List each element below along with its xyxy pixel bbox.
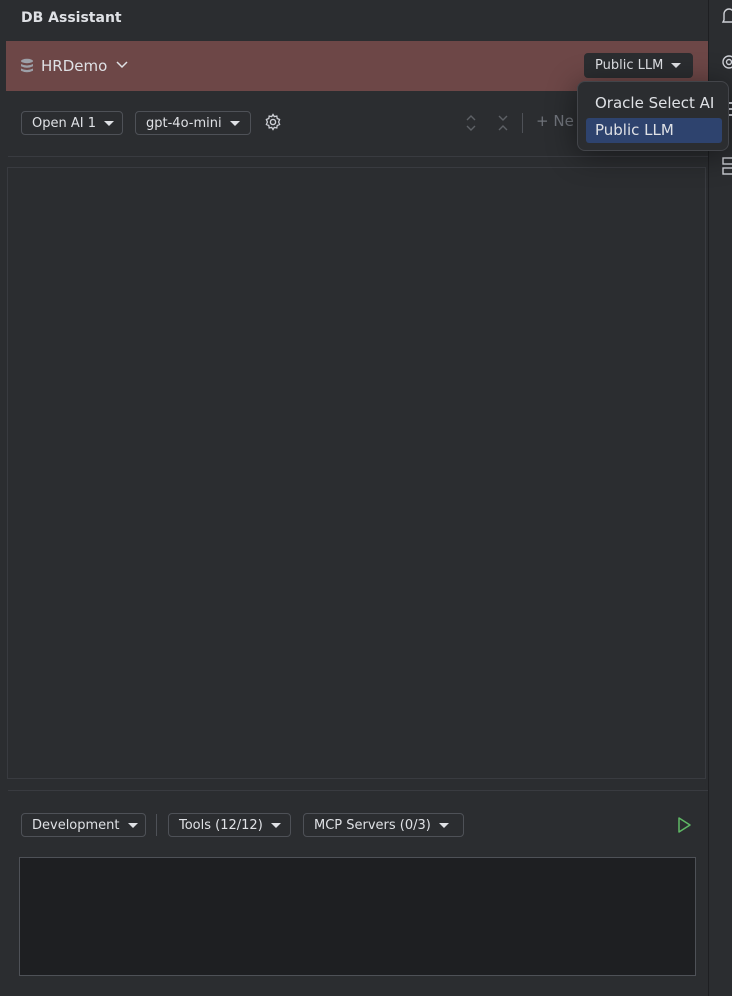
- tools-dropdown[interactable]: Tools (12/12): [168, 813, 291, 837]
- dropdown-arrow-icon: [270, 822, 281, 828]
- ai-assistant-icon[interactable]: [721, 54, 732, 70]
- gear-icon[interactable]: [264, 113, 282, 131]
- toolbar-separator: [522, 113, 523, 133]
- prompt-input[interactable]: [19, 857, 696, 976]
- dropdown-arrow-icon: [671, 63, 682, 68]
- bottom-separator: [156, 814, 157, 836]
- run-icon[interactable]: [676, 816, 692, 834]
- profile-dropdown[interactable]: Development: [21, 813, 146, 837]
- connection-name[interactable]: HRDemo: [41, 57, 107, 75]
- mcp-servers-dropdown[interactable]: MCP Servers (0/3): [303, 813, 464, 837]
- collapse-all-icon[interactable]: [496, 114, 510, 132]
- dropdown-arrow-icon: [103, 120, 114, 126]
- plus-icon: +: [536, 112, 549, 130]
- chat-content-area: [7, 167, 706, 779]
- new-chat-button[interactable]: + Ne: [536, 112, 574, 130]
- provider-dropdown[interactable]: Open AI 1: [21, 111, 123, 135]
- dropdown-arrow-icon: [229, 120, 240, 126]
- bottom-divider: [8, 790, 708, 791]
- dropdown-arrow-icon: [127, 822, 138, 828]
- structure-icon[interactable]: [721, 156, 732, 176]
- new-chat-label: Ne: [553, 112, 574, 130]
- model-value: gpt-4o-mini: [146, 115, 222, 131]
- tools-value: Tools (12/12): [179, 817, 263, 833]
- provider-value: Open AI 1: [32, 115, 96, 131]
- dropdown-arrow-icon: [438, 822, 449, 828]
- expand-all-icon[interactable]: [464, 114, 478, 132]
- llm-mode-dropdown[interactable]: Public LLM: [584, 53, 693, 78]
- model-dropdown[interactable]: gpt-4o-mini: [135, 111, 251, 135]
- llm-mode-menu: Oracle Select AI Public LLM: [577, 81, 729, 151]
- toolbar-divider: [8, 156, 708, 157]
- panel-title: DB Assistant: [21, 10, 122, 26]
- llm-mode-value: Public LLM: [595, 58, 664, 73]
- menu-item-public-llm[interactable]: Public LLM: [586, 118, 722, 143]
- mcp-servers-value: MCP Servers (0/3): [314, 817, 431, 833]
- profile-value: Development: [32, 817, 120, 833]
- database-icon: [21, 58, 33, 73]
- notifications-icon[interactable]: [721, 6, 732, 26]
- chevron-down-icon[interactable]: [116, 60, 128, 70]
- menu-item-oracle-select-ai[interactable]: Oracle Select AI: [586, 91, 722, 116]
